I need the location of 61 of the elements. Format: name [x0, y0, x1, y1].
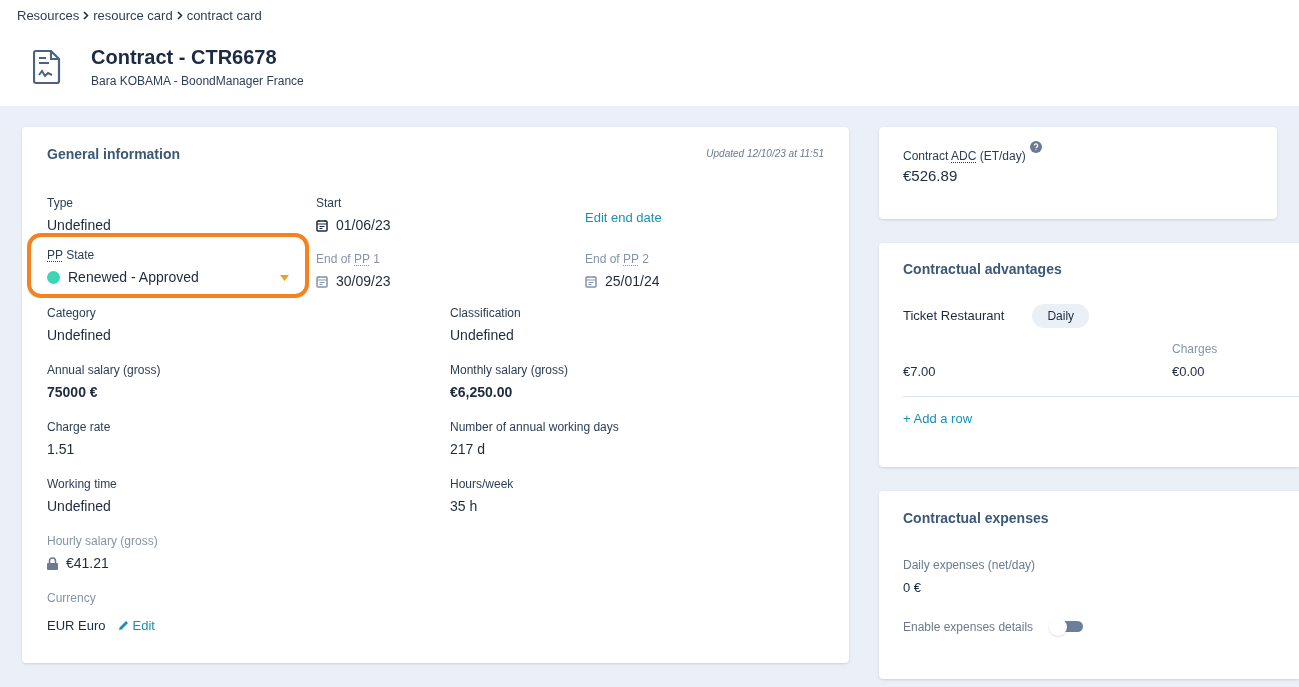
field-label: Start: [316, 195, 343, 211]
advantage-name: Ticket Restaurant: [903, 307, 1005, 326]
field-value: 35 h: [450, 497, 479, 516]
field-value: Undefined: [47, 216, 112, 235]
date-value: 01/06/23: [336, 216, 391, 235]
field-label: Charges: [1172, 341, 1219, 358]
state-dropdown[interactable]: PP State Renewed - Approved: [27, 233, 309, 298]
field-label: Hours/week: [450, 476, 515, 492]
field-value: 217 d: [450, 440, 487, 459]
page-subtitle: Bara KOBAMA - BoondManager France: [91, 72, 304, 90]
frequency-badge: Daily: [1032, 304, 1090, 328]
field-value: €41.21: [66, 554, 109, 573]
state-value: Renewed - Approved: [68, 268, 200, 287]
toggle-label: Enable expenses details: [903, 618, 1034, 636]
date-value: 30/09/23: [336, 272, 391, 291]
field-value: Undefined: [47, 326, 112, 345]
help-icon: [1029, 141, 1042, 153]
edit-end-date-link[interactable]: Edit end date: [585, 210, 662, 225]
updated-timestamp: Updated 12/10/23 at 11:51: [706, 147, 824, 161]
field-label: Category: [47, 305, 97, 321]
field-label: Daily expenses (net/day): [903, 557, 1037, 574]
adc-value: €526.89: [903, 166, 959, 186]
field-value: Undefined: [47, 497, 112, 516]
field-label: End of PP 1: [316, 251, 381, 267]
advantage-amount: €7.00: [903, 363, 937, 381]
breadcrumb-link[interactable]: Resources: [17, 6, 80, 26]
field-value: €6,250.00: [450, 383, 514, 402]
field-label: End of PP 2: [585, 251, 650, 267]
pencil-icon: [117, 620, 129, 632]
field-label: Classification: [450, 305, 522, 321]
field-value: 0 €: [903, 579, 923, 597]
section-title: General information: [47, 145, 181, 164]
field-value: EUR Euro: [47, 617, 106, 635]
caret-icon: [280, 274, 289, 281]
field-label: Number of annual working days: [450, 419, 620, 435]
field-label: Annual salary (gross): [47, 362, 162, 378]
page-title: Contract - CTR6678: [91, 44, 278, 69]
field-label: Contract ADC (ET/day): [903, 148, 1026, 165]
breadcrumb-link[interactable]: resource card: [93, 6, 173, 26]
field-label: PP State: [47, 247, 96, 263]
chevron-icon: [176, 11, 183, 21]
section-title: Contractual advantages: [903, 260, 1063, 279]
section-title: Contractual expenses: [903, 509, 1050, 528]
field-label: Type: [47, 195, 74, 211]
field-label: Hourly salary (gross): [47, 533, 159, 549]
field-label: Monthly salary (gross): [450, 362, 570, 378]
edit-link[interactable]: Edit: [117, 616, 155, 636]
charges-value: €0.00: [1172, 363, 1206, 381]
add-row-link[interactable]: + Add a row: [903, 408, 1299, 428]
field-value: Undefined: [450, 326, 515, 345]
chevron-icon: [83, 11, 90, 21]
field-label: Working time: [47, 476, 118, 492]
date-value: 25/01/24: [605, 272, 660, 291]
breadcrumb-link[interactable]: contract card: [186, 6, 262, 26]
lock-icon: [47, 557, 58, 570]
field-value: 1.51: [47, 440, 76, 459]
field-value: 75000 €: [47, 383, 99, 402]
field-label: Charge rate: [47, 419, 112, 435]
document-icon: [33, 49, 61, 85]
field-label: Currency: [47, 590, 97, 606]
expenses-toggle[interactable]: [1049, 617, 1084, 636]
